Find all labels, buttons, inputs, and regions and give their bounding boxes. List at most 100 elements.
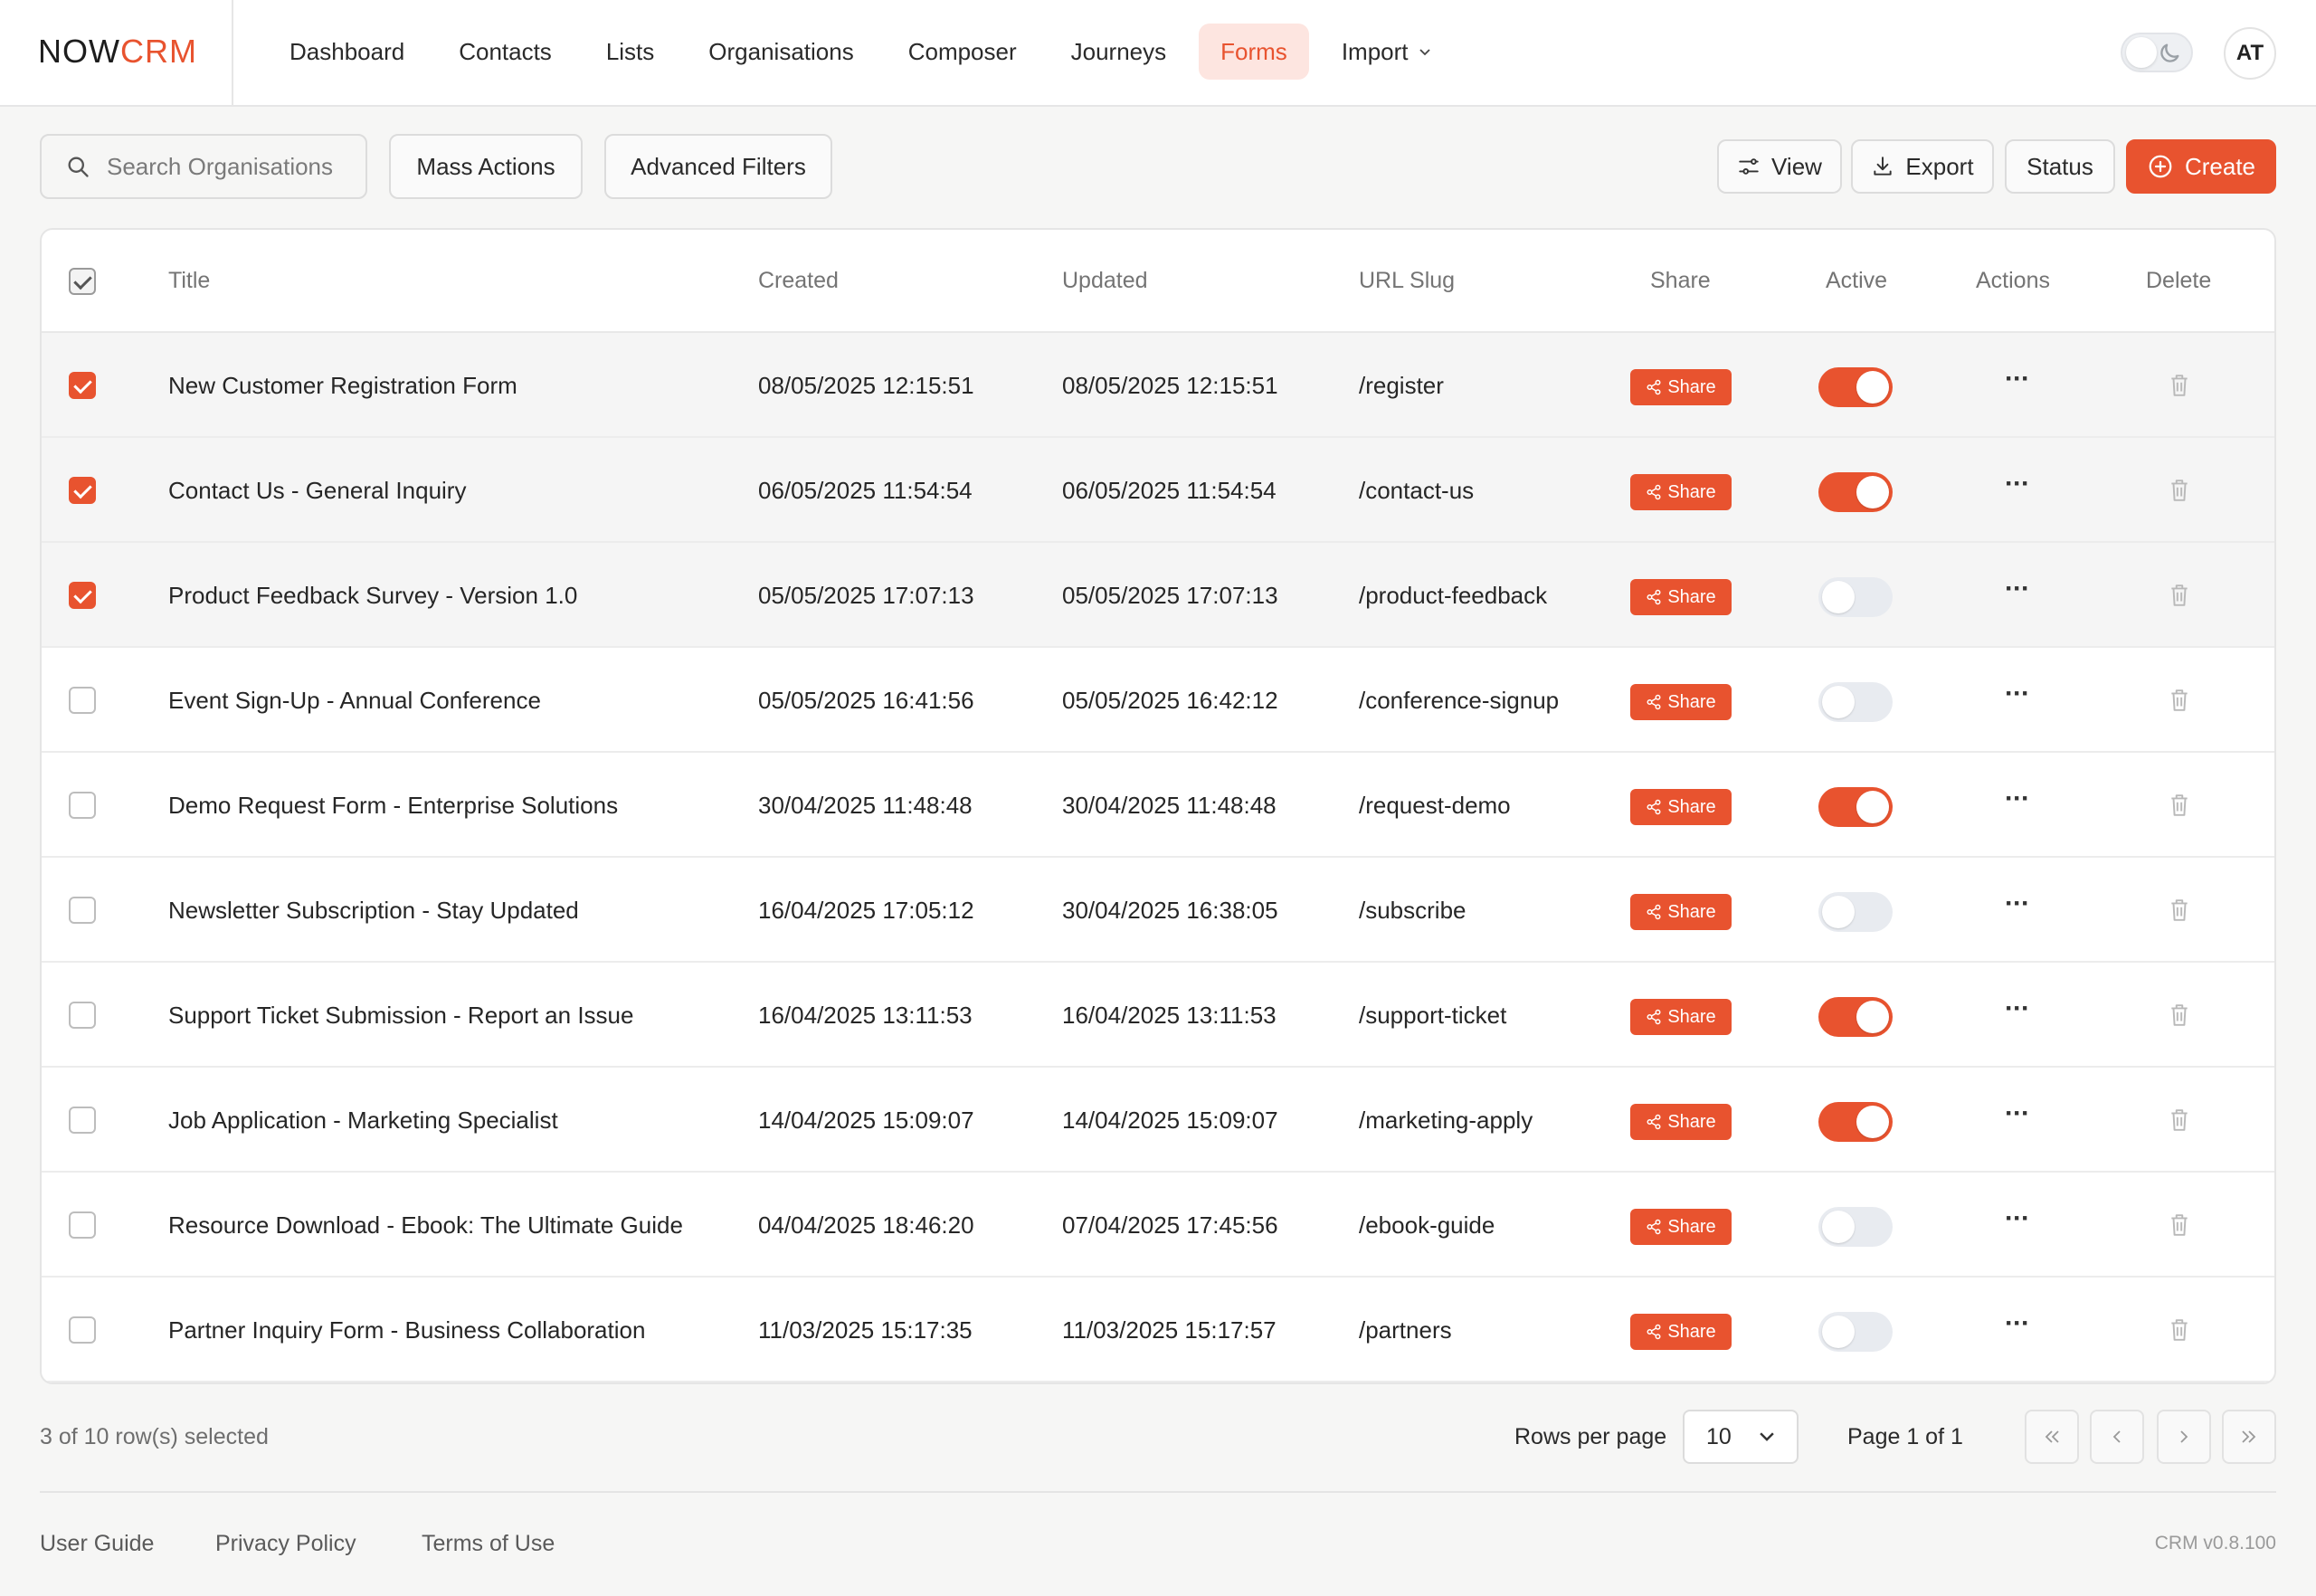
- table-row[interactable]: Demo Request Form - Enterprise Solutions…: [42, 753, 2274, 858]
- more-actions-icon[interactable]: ···: [2005, 1098, 2030, 1129]
- delete-button[interactable]: [2168, 1211, 2191, 1243]
- more-actions-icon[interactable]: ···: [2005, 1203, 2030, 1234]
- share-button[interactable]: Share: [1630, 579, 1732, 615]
- terms-of-use-link[interactable]: Terms of Use: [422, 1531, 555, 1557]
- column-url-slug[interactable]: URL Slug: [1359, 268, 1455, 294]
- active-toggle[interactable]: [1818, 892, 1893, 932]
- row-checkbox[interactable]: [69, 477, 96, 504]
- mass-actions-button[interactable]: Mass Actions: [389, 134, 583, 199]
- more-actions-icon[interactable]: ···: [2005, 364, 2030, 394]
- table-row[interactable]: Support Ticket Submission - Report an Is…: [42, 963, 2274, 1068]
- delete-button[interactable]: [2168, 477, 2191, 508]
- share-button[interactable]: Share: [1630, 1314, 1732, 1350]
- row-checkbox[interactable]: [69, 1107, 96, 1134]
- column-title[interactable]: Title: [168, 268, 210, 294]
- more-actions-icon[interactable]: ···: [2005, 469, 2030, 499]
- advanced-filters-button[interactable]: Advanced Filters: [604, 134, 832, 199]
- active-toggle[interactable]: [1818, 1207, 1893, 1247]
- active-toggle[interactable]: [1818, 1102, 1893, 1142]
- row-checkbox[interactable]: [69, 1211, 96, 1239]
- form-title[interactable]: Partner Inquiry Form - Business Collabor…: [168, 1316, 645, 1344]
- theme-toggle[interactable]: [2121, 33, 2193, 72]
- user-guide-link[interactable]: User Guide: [40, 1531, 154, 1557]
- nav-organisations[interactable]: Organisations: [687, 24, 875, 80]
- share-button[interactable]: Share: [1630, 1209, 1732, 1245]
- delete-button[interactable]: [2168, 1002, 2191, 1033]
- next-page-button[interactable]: [2157, 1410, 2211, 1464]
- delete-button[interactable]: [2168, 372, 2191, 404]
- more-actions-icon[interactable]: ···: [2005, 574, 2030, 604]
- form-title[interactable]: Newsletter Subscription - Stay Updated: [168, 897, 579, 925]
- prev-page-button[interactable]: [2090, 1410, 2144, 1464]
- active-toggle[interactable]: [1818, 472, 1893, 512]
- delete-button[interactable]: [2168, 687, 2191, 718]
- nav-composer[interactable]: Composer: [887, 24, 1039, 80]
- nav-journeys[interactable]: Journeys: [1049, 24, 1189, 80]
- delete-button[interactable]: [2168, 1316, 2191, 1348]
- export-button[interactable]: Export: [1851, 139, 1994, 194]
- more-actions-icon[interactable]: ···: [2005, 1308, 2030, 1339]
- table-row[interactable]: Job Application - Marketing Specialist 14…: [42, 1068, 2274, 1173]
- select-all-checkbox[interactable]: [69, 268, 96, 295]
- column-updated[interactable]: Updated: [1062, 268, 1148, 294]
- status-button[interactable]: Status: [2005, 139, 2115, 194]
- nav-dashboard[interactable]: Dashboard: [268, 24, 426, 80]
- last-page-button[interactable]: [2222, 1410, 2276, 1464]
- more-actions-icon[interactable]: ···: [2005, 679, 2030, 709]
- more-actions-icon[interactable]: ···: [2005, 888, 2030, 919]
- row-checkbox[interactable]: [69, 1316, 96, 1344]
- active-toggle[interactable]: [1818, 682, 1893, 722]
- delete-button[interactable]: [2168, 1107, 2191, 1138]
- form-title[interactable]: New Customer Registration Form: [168, 372, 517, 400]
- user-avatar[interactable]: AT: [2224, 27, 2276, 80]
- nav-contacts[interactable]: Contacts: [437, 24, 574, 80]
- table-row[interactable]: Partner Inquiry Form - Business Collabor…: [42, 1278, 2274, 1382]
- form-title[interactable]: Resource Download - Ebook: The Ultimate …: [168, 1211, 683, 1240]
- table-row[interactable]: Contact Us - General Inquiry 06/05/2025 1…: [42, 438, 2274, 543]
- table-row[interactable]: New Customer Registration Form 08/05/2025…: [42, 333, 2274, 438]
- row-checkbox[interactable]: [69, 897, 96, 924]
- table-row[interactable]: Product Feedback Survey - Version 1.0 05/…: [42, 543, 2274, 648]
- delete-button[interactable]: [2168, 582, 2191, 613]
- delete-button[interactable]: [2168, 897, 2191, 928]
- share-button[interactable]: Share: [1630, 474, 1732, 510]
- delete-button[interactable]: [2168, 792, 2191, 823]
- view-button[interactable]: View: [1717, 139, 1842, 194]
- row-checkbox[interactable]: [69, 687, 96, 714]
- nav-forms[interactable]: Forms: [1199, 24, 1309, 80]
- active-toggle[interactable]: [1818, 367, 1893, 407]
- table-row[interactable]: Event Sign-Up - Annual Conference 05/05/2…: [42, 648, 2274, 753]
- create-button[interactable]: Create: [2126, 139, 2276, 194]
- form-title[interactable]: Contact Us - General Inquiry: [168, 477, 466, 505]
- share-button[interactable]: Share: [1630, 999, 1732, 1035]
- active-toggle[interactable]: [1818, 787, 1893, 827]
- share-button[interactable]: Share: [1630, 1104, 1732, 1140]
- row-checkbox[interactable]: [69, 582, 96, 609]
- search-input[interactable]: Search Organisations: [40, 134, 367, 199]
- form-title[interactable]: Product Feedback Survey - Version 1.0: [168, 582, 577, 610]
- form-title[interactable]: Support Ticket Submission - Report an Is…: [168, 1002, 633, 1030]
- share-button[interactable]: Share: [1630, 684, 1732, 720]
- active-toggle[interactable]: [1818, 1312, 1893, 1352]
- share-button[interactable]: Share: [1630, 369, 1732, 405]
- form-title[interactable]: Demo Request Form - Enterprise Solutions: [168, 792, 618, 820]
- rows-per-page-select[interactable]: 10: [1683, 1410, 1799, 1464]
- more-actions-icon[interactable]: ···: [2005, 784, 2030, 814]
- table-row[interactable]: Resource Download - Ebook: The Ultimate …: [42, 1173, 2274, 1278]
- row-checkbox[interactable]: [69, 792, 96, 819]
- nav-lists[interactable]: Lists: [584, 24, 676, 80]
- row-checkbox[interactable]: [69, 372, 96, 399]
- nav-import[interactable]: Import: [1320, 24, 1454, 80]
- brand-logo[interactable]: NOWCRM: [38, 33, 197, 71]
- form-title[interactable]: Event Sign-Up - Annual Conference: [168, 687, 541, 715]
- privacy-policy-link[interactable]: Privacy Policy: [215, 1531, 356, 1557]
- active-toggle[interactable]: [1818, 577, 1893, 617]
- column-created[interactable]: Created: [758, 268, 839, 294]
- table-row[interactable]: Newsletter Subscription - Stay Updated 16…: [42, 858, 2274, 963]
- share-button[interactable]: Share: [1630, 894, 1732, 930]
- share-button[interactable]: Share: [1630, 789, 1732, 825]
- first-page-button[interactable]: [2025, 1410, 2079, 1464]
- row-checkbox[interactable]: [69, 1002, 96, 1029]
- active-toggle[interactable]: [1818, 997, 1893, 1037]
- form-title[interactable]: Job Application - Marketing Specialist: [168, 1107, 558, 1135]
